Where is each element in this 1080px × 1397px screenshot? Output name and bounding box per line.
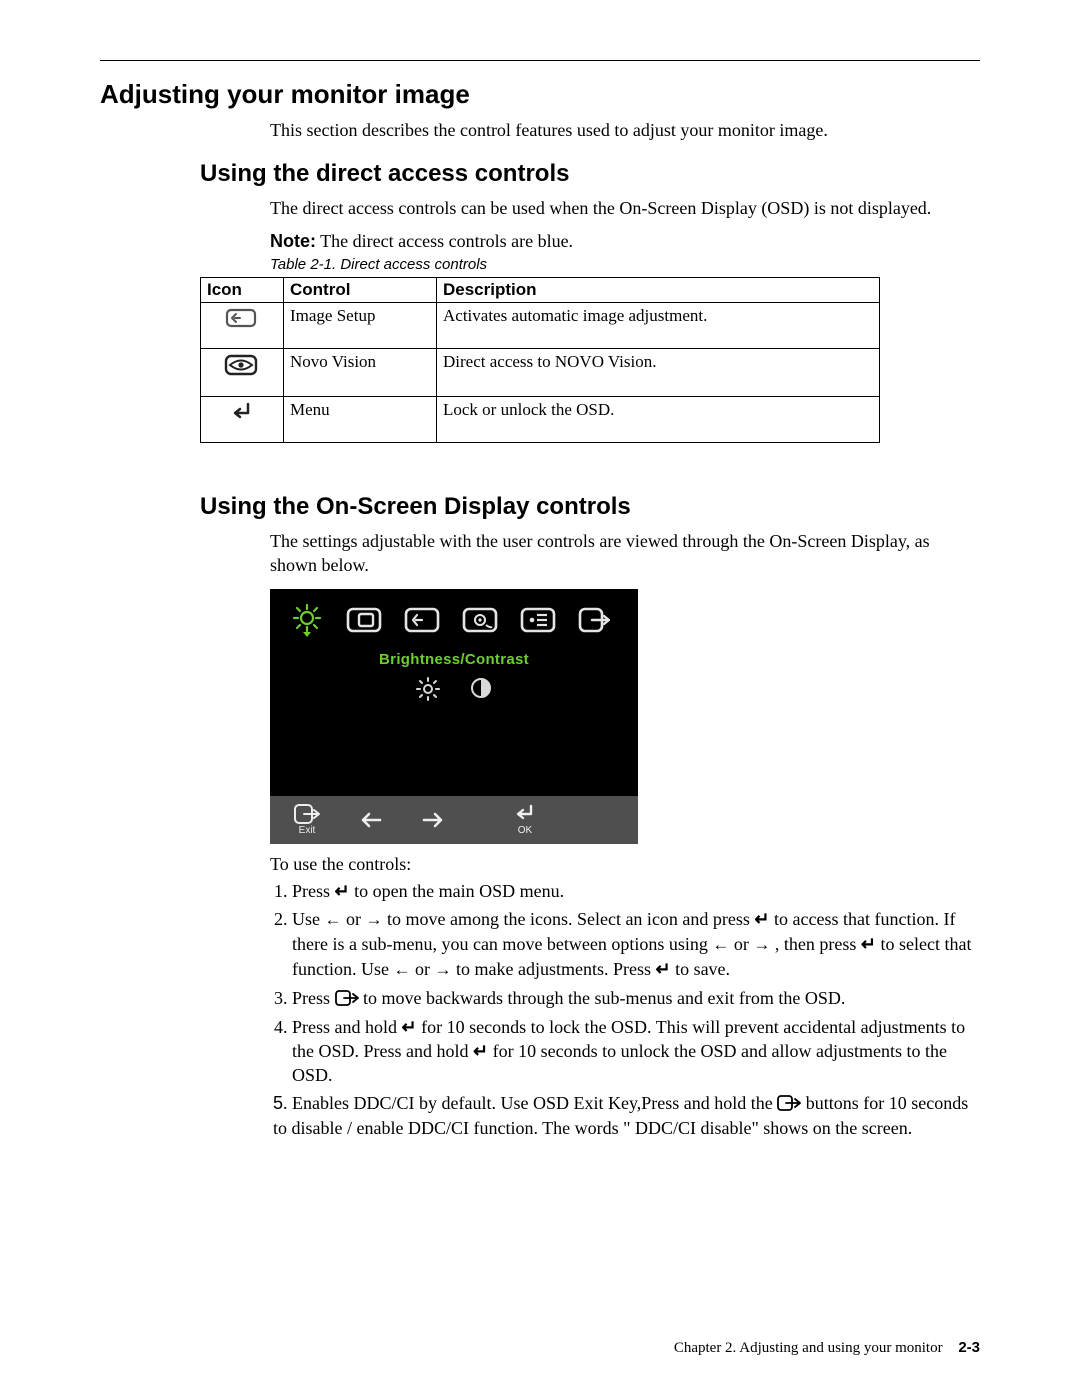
t: Press and hold — [292, 1017, 402, 1037]
direct-access-table: Icon Control Description Image Setup Act… — [200, 277, 880, 443]
page-footer: Chapter 2. Adjusting and using your moni… — [674, 1339, 980, 1357]
osd-image-setup-icon — [404, 607, 440, 638]
heading-direct-access: Using the direct access controls — [200, 160, 980, 188]
table-header-row: Icon Control Description — [201, 277, 880, 302]
note-line: Note: The direct access controls are blu… — [270, 231, 980, 252]
osd-left-button — [360, 811, 382, 829]
enter-icon: ↵ — [402, 1017, 417, 1037]
t: to make adjustments. Press — [451, 959, 655, 979]
right-arrow-icon: → — [753, 935, 770, 954]
th-description: Description — [437, 277, 880, 302]
exit-icon — [335, 988, 359, 1004]
osd-contrast-icon — [470, 677, 492, 707]
step-3: Press to move backwards through the sub-… — [292, 986, 980, 1010]
heading-adjusting: Adjusting your monitor image — [100, 79, 980, 110]
table-row: Novo Vision Direct access to NOVO Vision… — [201, 348, 880, 396]
table-row: Menu Lock or unlock the OSD. — [201, 396, 880, 442]
t: to open the main OSD menu. — [350, 881, 564, 901]
footer-chapter: Chapter 2. Adjusting and using your moni… — [674, 1340, 943, 1356]
cell-description: Direct access to NOVO Vision. — [437, 348, 880, 396]
intro-text: This section describes the control featu… — [270, 118, 980, 142]
osd-exit-label: Exit — [299, 826, 316, 836]
cell-control: Menu — [284, 396, 437, 442]
table-caption: Table 2-1. Direct access controls — [270, 256, 980, 273]
osd-screenshot: Brightness/Contrast Exit — [270, 589, 980, 844]
t: to save. — [671, 959, 730, 979]
t: Use — [292, 909, 325, 929]
cell-description: Activates automatic image adjustment. — [437, 302, 880, 348]
t: Press — [292, 988, 335, 1008]
enter-icon: ↵ — [861, 934, 876, 954]
heading-osd-controls: Using the On-Screen Display controls — [200, 493, 980, 521]
osd-title: Brightness/Contrast — [270, 651, 638, 668]
direct-access-intro: The direct access controls can be used w… — [270, 196, 980, 220]
step-2: Use ← or → to move among the icons. Sele… — [292, 907, 980, 982]
t: to move among the icons. Select an icon … — [383, 909, 755, 929]
enter-icon: ↵ — [473, 1041, 488, 1061]
enter-icon: ↵ — [754, 909, 769, 929]
note-label: Note: — [270, 231, 316, 251]
exit-icon — [777, 1093, 801, 1109]
footer-page-number: 2-3 — [958, 1339, 980, 1356]
osd-image-properties-icon — [462, 607, 498, 638]
enter-icon: ↵ — [335, 881, 350, 901]
cell-control: Image Setup — [284, 302, 437, 348]
osd-exit-icon — [578, 607, 610, 638]
left-arrow-icon: ← — [712, 935, 729, 954]
enter-icon: ↵ — [655, 959, 670, 979]
osd-image-position-icon — [346, 607, 382, 638]
step-5: 5. Enables DDC/CI by default. Use OSD Ex… — [270, 1091, 980, 1140]
table-row: Image Setup Activates automatic image ad… — [201, 302, 880, 348]
osd-brightness-icon — [290, 603, 324, 642]
note-text: The direct access controls are blue. — [316, 231, 573, 251]
right-arrow-icon: → — [366, 910, 383, 929]
left-arrow-icon: ← — [393, 960, 410, 979]
osd-ok-button: OK — [514, 804, 536, 836]
right-arrow-icon: → — [434, 960, 451, 979]
top-rule — [100, 60, 980, 61]
t: , then press — [770, 934, 860, 954]
menu-enter-icon — [201, 396, 284, 442]
t: Press — [292, 881, 335, 901]
th-icon: Icon — [201, 277, 284, 302]
t: to move backwards through the sub-menus … — [359, 988, 846, 1008]
osd-sun-icon — [416, 677, 440, 707]
image-setup-icon — [201, 302, 284, 348]
left-arrow-icon: ← — [325, 910, 342, 929]
osd-intro: The settings adjustable with the user co… — [270, 529, 980, 578]
t: . Enables DDC/CI by default. Use OSD Exi… — [283, 1093, 777, 1113]
osd-options-icon — [520, 607, 556, 638]
osd-ok-label: OK — [518, 826, 532, 836]
step-1: Press ↵ to open the main OSD menu. — [292, 879, 980, 903]
t: or — [342, 909, 366, 929]
th-control: Control — [284, 277, 437, 302]
t: or — [729, 934, 753, 954]
step-5-number: 5 — [273, 1093, 283, 1113]
cell-control: Novo Vision — [284, 348, 437, 396]
cell-description: Lock or unlock the OSD. — [437, 396, 880, 442]
novo-vision-icon — [201, 348, 284, 396]
t: or — [410, 959, 434, 979]
instructions-list: Press ↵ to open the main OSD menu. Use ←… — [270, 879, 980, 1087]
to-use-text: To use the controls: — [270, 854, 980, 875]
osd-exit-button: Exit — [294, 804, 320, 836]
step-4: Press and hold ↵ for 10 seconds to lock … — [292, 1015, 980, 1088]
osd-right-button — [422, 811, 444, 829]
